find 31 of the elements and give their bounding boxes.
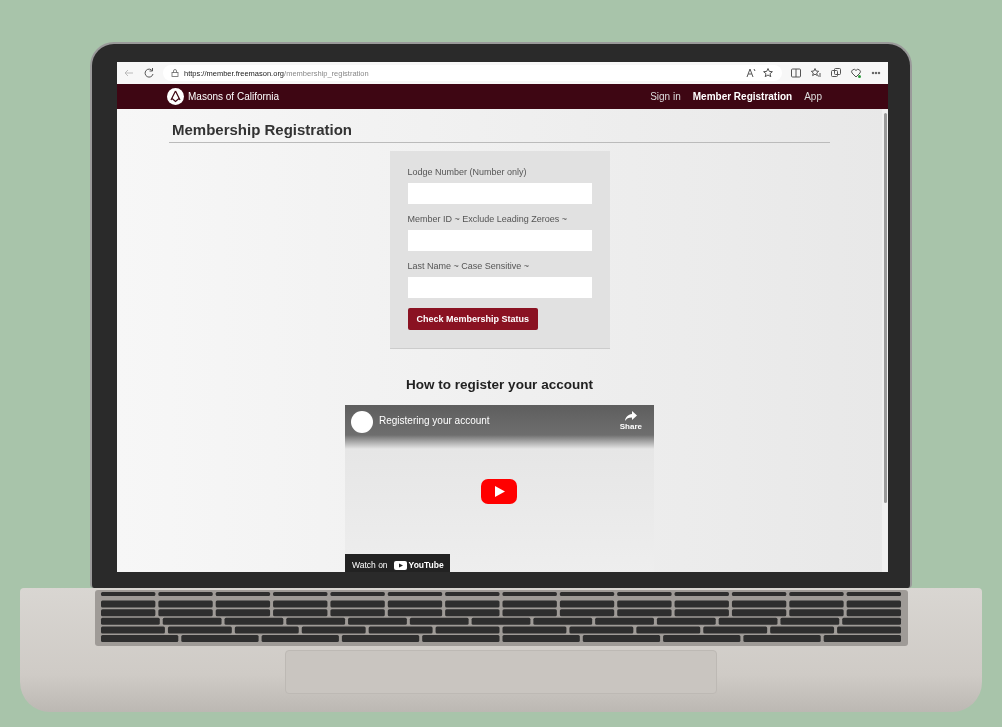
- scrollbar-thumb[interactable]: [883, 113, 887, 503]
- play-logo-icon: [393, 560, 407, 570]
- input-field[interactable]: [407, 230, 592, 251]
- watch-on-youtube-button[interactable]: Watch on YouTube: [345, 554, 450, 572]
- site-brand[interactable]: Masons of California: [188, 91, 280, 102]
- collections-icon[interactable]: [830, 67, 842, 79]
- square-compass-logo-icon[interactable]: [167, 88, 184, 105]
- input-field[interactable]: [407, 183, 592, 204]
- video-thumbnail[interactable]: Registering your account Share Watch on YouTube: [345, 405, 654, 572]
- read-aloud-icon[interactable]: [745, 67, 757, 79]
- channel-avatar[interactable]: [351, 411, 373, 433]
- field-label: Member ID ~ Exclude Leading Zeroes ~: [407, 214, 569, 224]
- share-label[interactable]: Share: [619, 422, 642, 431]
- page-title: Membership Registration: [169, 121, 830, 143]
- nav-link[interactable]: App: [804, 91, 822, 102]
- check-status-button[interactable]: Check Membership Status: [407, 308, 539, 330]
- heart-icon[interactable]: [850, 67, 862, 79]
- field-label: Lodge Number (Number only): [407, 167, 528, 177]
- reload-icon[interactable]: [143, 67, 155, 79]
- share-icon[interactable]: [624, 411, 637, 421]
- lock-icon: [171, 69, 179, 77]
- nav-link[interactable]: Sign in: [650, 91, 681, 102]
- field-label: Last Name ~ Case Sensitive ~: [407, 261, 531, 271]
- split-screen-icon[interactable]: [790, 67, 802, 79]
- star-icon[interactable]: [762, 67, 774, 79]
- nav-link[interactable]: Member Registration: [692, 91, 793, 102]
- play-button-icon[interactable]: [481, 479, 517, 504]
- video-title[interactable]: Registering your account: [379, 415, 490, 426]
- input-field[interactable]: [407, 277, 592, 298]
- section-heading: How to register your account: [406, 377, 593, 392]
- favorites-icon[interactable]: [810, 67, 822, 79]
